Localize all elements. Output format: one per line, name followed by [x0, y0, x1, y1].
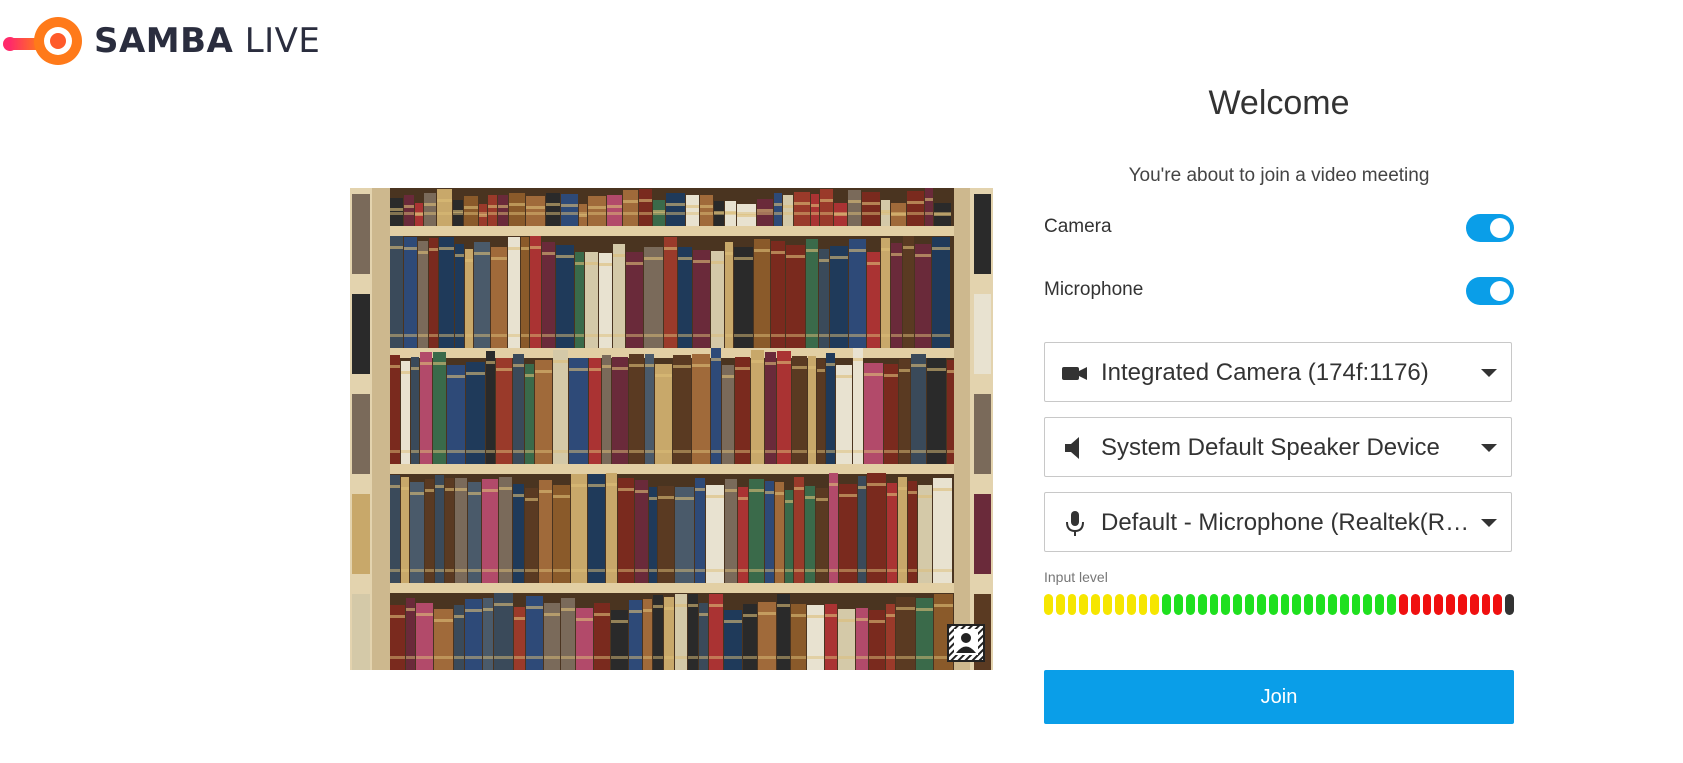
level-segment: [1387, 594, 1396, 615]
microphone-toggle-label: Microphone: [1044, 279, 1144, 300]
join-button[interactable]: Join: [1044, 670, 1514, 724]
level-segment: [1044, 594, 1053, 615]
samba-live-logo: SAMBA LIVE: [2, 16, 320, 66]
level-segment: [1162, 594, 1172, 615]
level-segment: [1126, 594, 1136, 615]
level-segment: [1280, 594, 1290, 615]
level-segment: [1493, 594, 1503, 615]
subtitle: You're about to join a video meeting: [1128, 165, 1430, 186]
input-level-label: Input level: [1044, 569, 1108, 585]
level-segment: [1091, 594, 1101, 615]
level-segment: [1316, 594, 1325, 615]
level-segment: [1150, 594, 1160, 615]
level-segment: [1469, 594, 1479, 615]
speaker-icon: [1065, 437, 1079, 459]
level-segment: [1221, 594, 1231, 615]
level-segment: [1304, 594, 1314, 615]
level-segment: [1375, 594, 1385, 615]
level-segment: [1256, 594, 1266, 615]
level-segment: [1197, 594, 1207, 615]
camera-select[interactable]: Integrated Camera (174f:1176): [1044, 342, 1512, 402]
bookshelf-background-image: [350, 188, 993, 670]
level-segment: [1174, 594, 1183, 615]
camera-toggle-label: Camera: [1044, 216, 1112, 237]
camera-preview: [350, 188, 993, 670]
chevron-down-icon: [1481, 444, 1497, 452]
level-segment: [1327, 594, 1337, 615]
toggle-knob: [1490, 281, 1510, 301]
level-segment: [1292, 594, 1302, 615]
microphone-toggle-row: Microphone: [1044, 275, 1514, 307]
level-segment: [1446, 594, 1455, 615]
page-title: Welcome: [1208, 84, 1350, 122]
camera-toggle[interactable]: [1466, 214, 1514, 242]
level-segment: [1398, 594, 1408, 615]
level-segment: [1422, 594, 1432, 615]
camera-toggle-row: Camera: [1044, 212, 1514, 244]
level-segment: [1434, 594, 1444, 615]
input-level-meter: [1044, 594, 1515, 615]
level-segment: [1114, 594, 1124, 615]
video-camera-icon: [1062, 367, 1087, 380]
microphone-select-value: Default - Microphone (Realtek(R) Audio): [1101, 509, 1471, 536]
level-segment: [1055, 594, 1065, 615]
level-segment: [1103, 594, 1112, 615]
chevron-down-icon: [1481, 519, 1497, 527]
level-segment: [1410, 594, 1420, 615]
brand-name: SAMBA LIVE: [94, 21, 321, 61]
chevron-down-icon: [1481, 369, 1497, 377]
microphone-toggle[interactable]: [1466, 277, 1514, 305]
level-segment: [1067, 594, 1077, 615]
level-segment: [1185, 594, 1195, 615]
level-segment: [1457, 594, 1467, 615]
toggle-knob: [1490, 218, 1510, 238]
level-segment: [1209, 594, 1219, 615]
level-segment: [1481, 594, 1491, 615]
speaker-select-value: System Default Speaker Device: [1101, 434, 1440, 461]
level-segment: [1138, 594, 1148, 615]
camera-select-value: Integrated Camera (174f:1176): [1101, 359, 1429, 386]
level-segment: [1079, 594, 1089, 615]
level-segment: [1351, 594, 1361, 615]
level-segment: [1363, 594, 1373, 615]
level-segment: [1233, 594, 1243, 615]
microphone-select[interactable]: Default - Microphone (Realtek(R) Audio): [1044, 492, 1512, 552]
microphone-icon: [1066, 511, 1084, 536]
speaker-select[interactable]: System Default Speaker Device: [1044, 417, 1512, 477]
level-segment: [1245, 594, 1254, 615]
samba-logo-icon: [3, 17, 82, 65]
level-segment: [1339, 594, 1349, 615]
level-segment: [1505, 594, 1515, 615]
background-effect-icon[interactable]: [947, 624, 985, 662]
level-segment: [1268, 594, 1278, 615]
